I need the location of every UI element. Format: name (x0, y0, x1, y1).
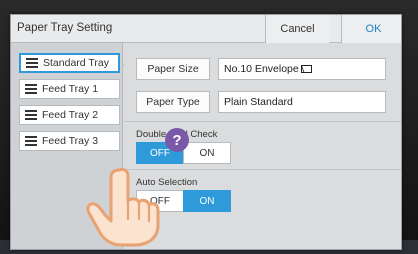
paper-size-text: No.10 Envelope (224, 63, 299, 75)
cancel-button[interactable]: Cancel (265, 15, 329, 43)
envelope-icon (300, 65, 312, 73)
paper-size-button[interactable]: Paper Size (136, 58, 210, 80)
paper-type-value[interactable]: Plain Standard (218, 91, 386, 113)
tray-item-feed-tray-3[interactable]: Feed Tray 3 (19, 131, 120, 151)
tray-icon (21, 58, 43, 68)
divider (124, 169, 401, 170)
tray-item-feed-tray-2[interactable]: Feed Tray 2 (19, 105, 120, 125)
dialog-title: Paper Tray Setting (17, 22, 113, 34)
tray-icon (20, 110, 42, 120)
tray-label: Feed Tray 2 (42, 109, 99, 121)
divider (124, 121, 401, 122)
tray-item-feed-tray-1[interactable]: Feed Tray 1 (19, 79, 120, 99)
help-button[interactable]: ? (165, 128, 189, 152)
tray-settings-panel: Paper Size No.10 Envelope Paper Type Pla… (124, 43, 401, 249)
auto-selection-on-button[interactable]: ON (183, 190, 231, 212)
ok-button[interactable]: OK (341, 15, 401, 43)
paper-tray-setting-dialog: Paper Tray Setting Cancel OK Standard Tr… (10, 14, 402, 250)
tray-label: Standard Tray (43, 57, 109, 69)
paper-size-value[interactable]: No.10 Envelope (218, 58, 386, 80)
paper-type-button[interactable]: Paper Type (136, 91, 210, 113)
tray-icon (20, 84, 42, 94)
tray-item-standard-tray[interactable]: Standard Tray (19, 53, 120, 73)
tray-label: Feed Tray 3 (42, 135, 99, 147)
tray-label: Feed Tray 1 (42, 83, 99, 95)
pointing-hand-icon (86, 167, 160, 247)
tray-icon (20, 136, 42, 146)
dialog-title-bar: Paper Tray Setting Cancel OK (11, 15, 401, 43)
double-feed-on-button[interactable]: ON (183, 142, 231, 164)
